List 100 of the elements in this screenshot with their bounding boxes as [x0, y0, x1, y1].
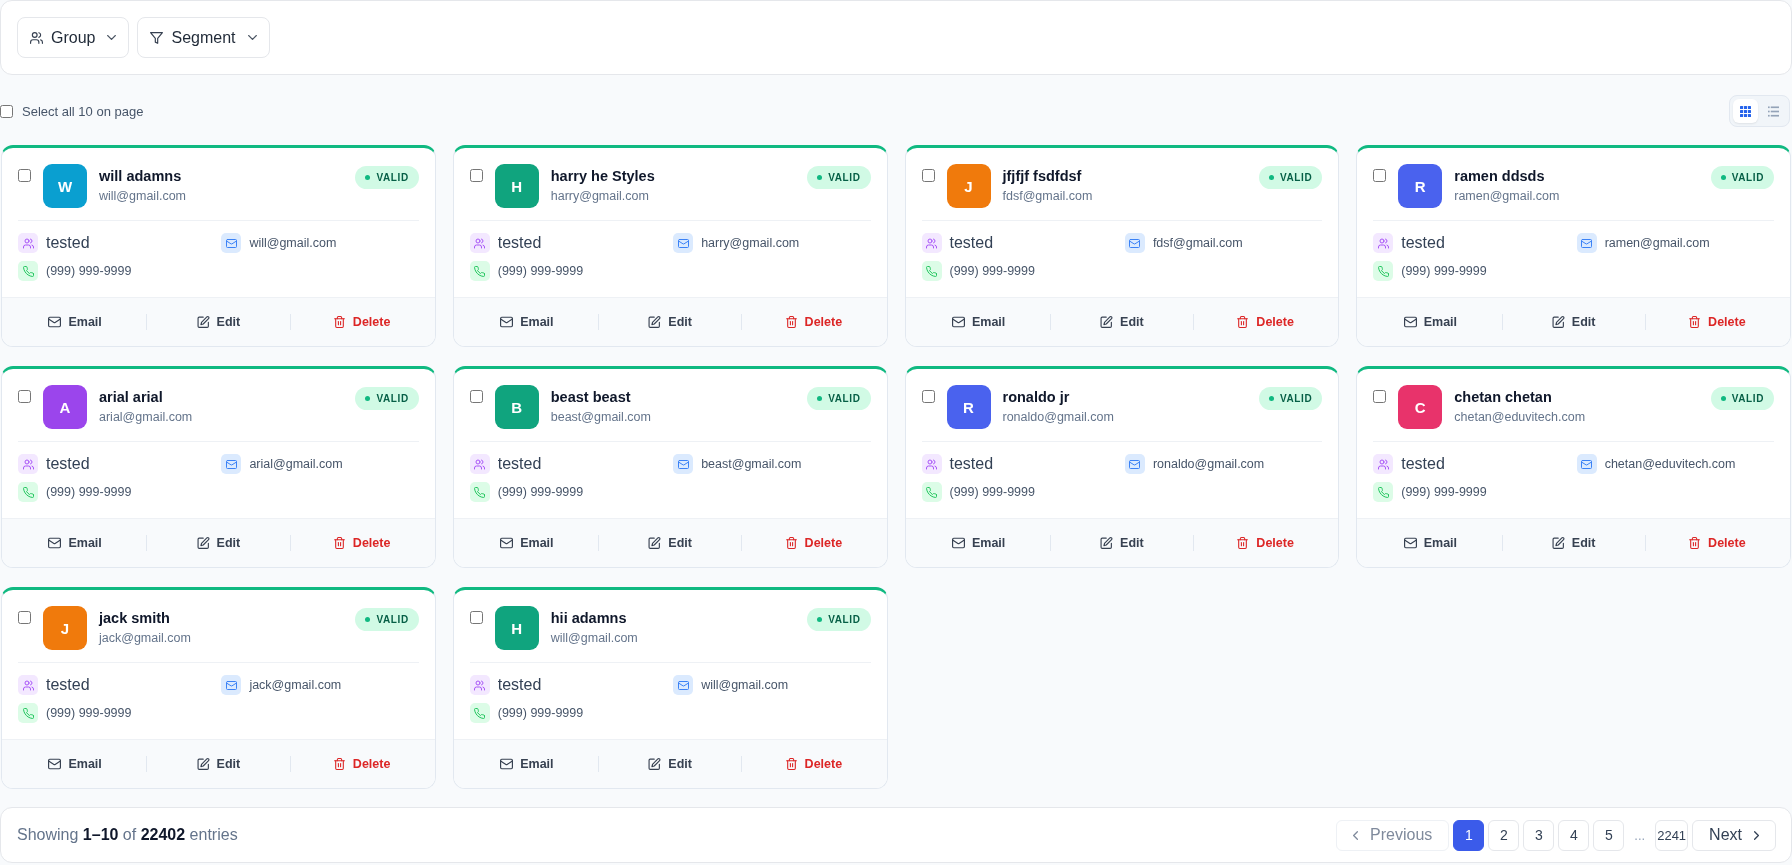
page-button[interactable]: 5	[1593, 819, 1625, 851]
delete-button[interactable]: Delete	[332, 757, 391, 771]
mail-icon	[221, 454, 242, 474]
delete-button[interactable]: Delete	[1688, 315, 1746, 329]
card-checkbox[interactable]	[469, 611, 483, 624]
email-button[interactable]: Email	[500, 757, 554, 771]
avatar: H	[494, 606, 539, 650]
mail-icon	[221, 233, 242, 253]
contact-name: chetan chetan	[1454, 388, 1553, 406]
contact-email: will@gmail.com	[99, 188, 187, 204]
mail-icon	[1124, 233, 1145, 253]
chevron-down-icon	[247, 35, 257, 40]
pencil-square-icon	[1551, 537, 1565, 549]
pencil-square-icon	[1100, 316, 1114, 328]
trash-icon	[1688, 316, 1702, 328]
card-checkbox[interactable]	[469, 390, 483, 403]
card-checkbox[interactable]	[921, 390, 935, 403]
segment-dropdown[interactable]: Segment	[137, 17, 270, 58]
email-button[interactable]: Email	[1403, 315, 1458, 329]
page-button[interactable]: 2241	[1655, 819, 1689, 851]
avatar: R	[1398, 164, 1443, 208]
group-dropdown[interactable]: Group	[17, 17, 130, 58]
contact-email: ramen@gmail.com	[1604, 236, 1710, 250]
edit-button[interactable]: Edit	[1100, 536, 1144, 550]
status-text: VALID	[1731, 172, 1764, 183]
edit-button[interactable]: Edit	[196, 536, 241, 550]
filter-icon	[150, 31, 164, 44]
contact-email: fdsf@gmail.com	[1152, 236, 1243, 250]
delete-button[interactable]: Delete	[1236, 315, 1294, 329]
edit-button[interactable]: Edit	[1551, 315, 1596, 329]
status-dot-icon	[1269, 396, 1274, 401]
card-checkbox[interactable]	[18, 390, 31, 403]
delete-button[interactable]: Delete	[1236, 536, 1294, 550]
phone-number: (999) 999-9999	[497, 485, 584, 499]
edit-button[interactable]: Edit	[648, 315, 692, 329]
trash-icon	[332, 316, 346, 328]
trash-icon	[784, 316, 798, 328]
card-checkbox[interactable]	[469, 169, 483, 182]
status-dot-icon	[1269, 175, 1274, 180]
card-checkbox[interactable]	[18, 169, 31, 182]
contact-name: ramen ddsds	[1454, 167, 1546, 185]
email-button[interactable]: Email	[48, 536, 102, 550]
email-button[interactable]: Email	[951, 315, 1006, 329]
page-button[interactable]: 4	[1558, 819, 1590, 851]
card-checkbox[interactable]	[18, 611, 31, 624]
contact-email: chetan@eduvitech.com	[1454, 409, 1587, 425]
contact-email: arial@gmail.com	[99, 409, 194, 425]
grid-view-button[interactable]	[1733, 99, 1758, 123]
trash-icon	[1688, 537, 1702, 549]
edit-button[interactable]: Edit	[1100, 315, 1144, 329]
contact-email: jack@gmail.com	[249, 678, 342, 692]
chevron-right-icon	[1754, 830, 1759, 840]
mail-icon	[673, 675, 694, 695]
phone-icon	[469, 482, 490, 502]
phone-icon	[921, 261, 942, 281]
delete-button[interactable]: Delete	[784, 536, 843, 550]
edit-button[interactable]: Edit	[648, 757, 692, 771]
pencil-square-icon	[648, 537, 662, 549]
delete-button[interactable]: Delete	[784, 757, 843, 771]
email-button[interactable]: Email	[951, 536, 1006, 550]
pencil-square-icon	[196, 316, 210, 328]
users-icon	[921, 454, 942, 474]
phone-number: (999) 999-9999	[497, 264, 584, 278]
phone-number: (999) 999-9999	[949, 264, 1035, 278]
edit-button[interactable]: Edit	[1551, 536, 1596, 550]
phone-number: (999) 999-9999	[1401, 264, 1487, 278]
group-name: tested	[46, 234, 90, 252]
contact-name: will adamns	[99, 167, 183, 185]
card-checkbox[interactable]	[1373, 169, 1387, 182]
card-checkbox[interactable]	[1373, 390, 1387, 403]
avatar: J	[946, 164, 991, 208]
contact-email: ronaldo@gmail.com	[1152, 457, 1265, 471]
page-button[interactable]: 2	[1488, 819, 1520, 851]
email-button[interactable]: Email	[48, 315, 102, 329]
phone-icon	[469, 703, 490, 723]
delete-button[interactable]: Delete	[784, 315, 843, 329]
contact-name: jfjfjf fsdfdsf	[1002, 167, 1083, 185]
delete-button[interactable]: Delete	[332, 315, 391, 329]
avatar: J	[43, 606, 87, 650]
email-button[interactable]: Email	[500, 315, 554, 329]
group-name: tested	[497, 455, 542, 473]
page-button[interactable]: 3	[1523, 819, 1555, 851]
status-dot-icon	[1720, 175, 1726, 180]
avatar: R	[946, 385, 991, 429]
delete-button[interactable]: Delete	[332, 536, 391, 550]
edit-button[interactable]: Edit	[196, 757, 241, 771]
pencil-square-icon	[648, 758, 662, 770]
delete-button[interactable]: Delete	[1688, 536, 1746, 550]
card-checkbox[interactable]	[921, 169, 935, 182]
edit-button[interactable]: Edit	[648, 536, 692, 550]
email-button[interactable]: Email	[1403, 536, 1458, 550]
next-button[interactable]: Next	[1692, 819, 1776, 851]
trash-icon	[784, 537, 798, 549]
users-icon	[1373, 233, 1394, 253]
contact-email: fdsf@gmail.com	[1002, 188, 1094, 204]
edit-button[interactable]: Edit	[196, 315, 241, 329]
page-button[interactable]: 1	[1453, 819, 1485, 851]
email-button[interactable]: Email	[500, 536, 554, 550]
email-button[interactable]: Email	[48, 757, 102, 771]
select-all-checkbox[interactable]	[0, 104, 13, 118]
